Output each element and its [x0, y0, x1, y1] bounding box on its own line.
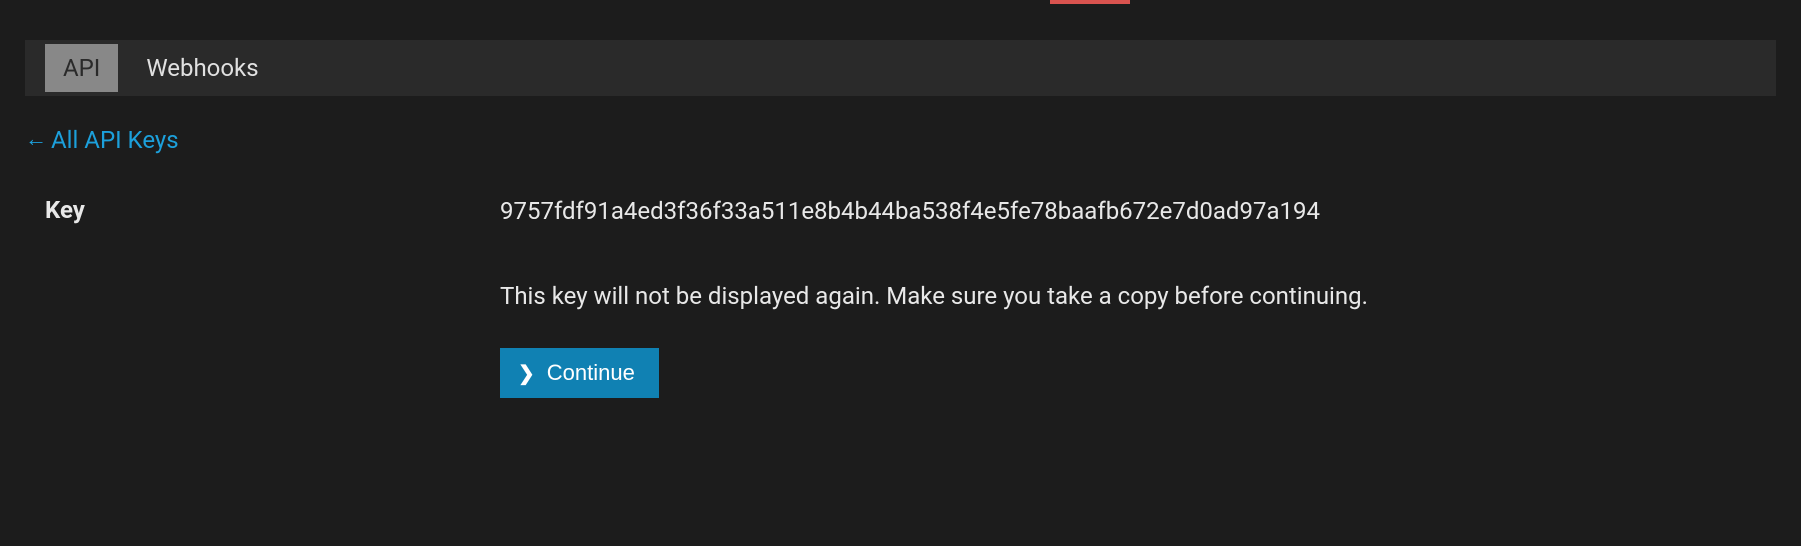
arrow-left-icon: ←: [25, 129, 47, 151]
api-key-value: 9757fdf91a4ed3f36f33a511e8b4b44ba538f4e5…: [500, 196, 1801, 227]
key-warning-text: This key will not be displayed again. Ma…: [500, 282, 1801, 310]
tab-api[interactable]: API: [45, 44, 118, 92]
continue-button[interactable]: ❯ Continue: [500, 348, 659, 398]
tab-webhooks[interactable]: Webhooks: [128, 44, 276, 92]
tab-bar: API Webhooks: [25, 40, 1776, 96]
top-accent-bar: [1050, 0, 1130, 4]
back-link-label: All API Keys: [51, 126, 179, 154]
back-all-api-keys-link[interactable]: ← All API Keys: [25, 126, 179, 154]
continue-button-label: Continue: [547, 360, 635, 386]
value-column: 9757fdf91a4ed3f36f33a511e8b4b44ba538f4e5…: [500, 196, 1801, 398]
chevron-right-icon: ❯: [518, 361, 535, 386]
key-label: Key: [45, 196, 500, 224]
content-area: Key 9757fdf91a4ed3f36f33a511e8b4b44ba538…: [0, 196, 1801, 398]
label-column: Key: [45, 196, 500, 398]
